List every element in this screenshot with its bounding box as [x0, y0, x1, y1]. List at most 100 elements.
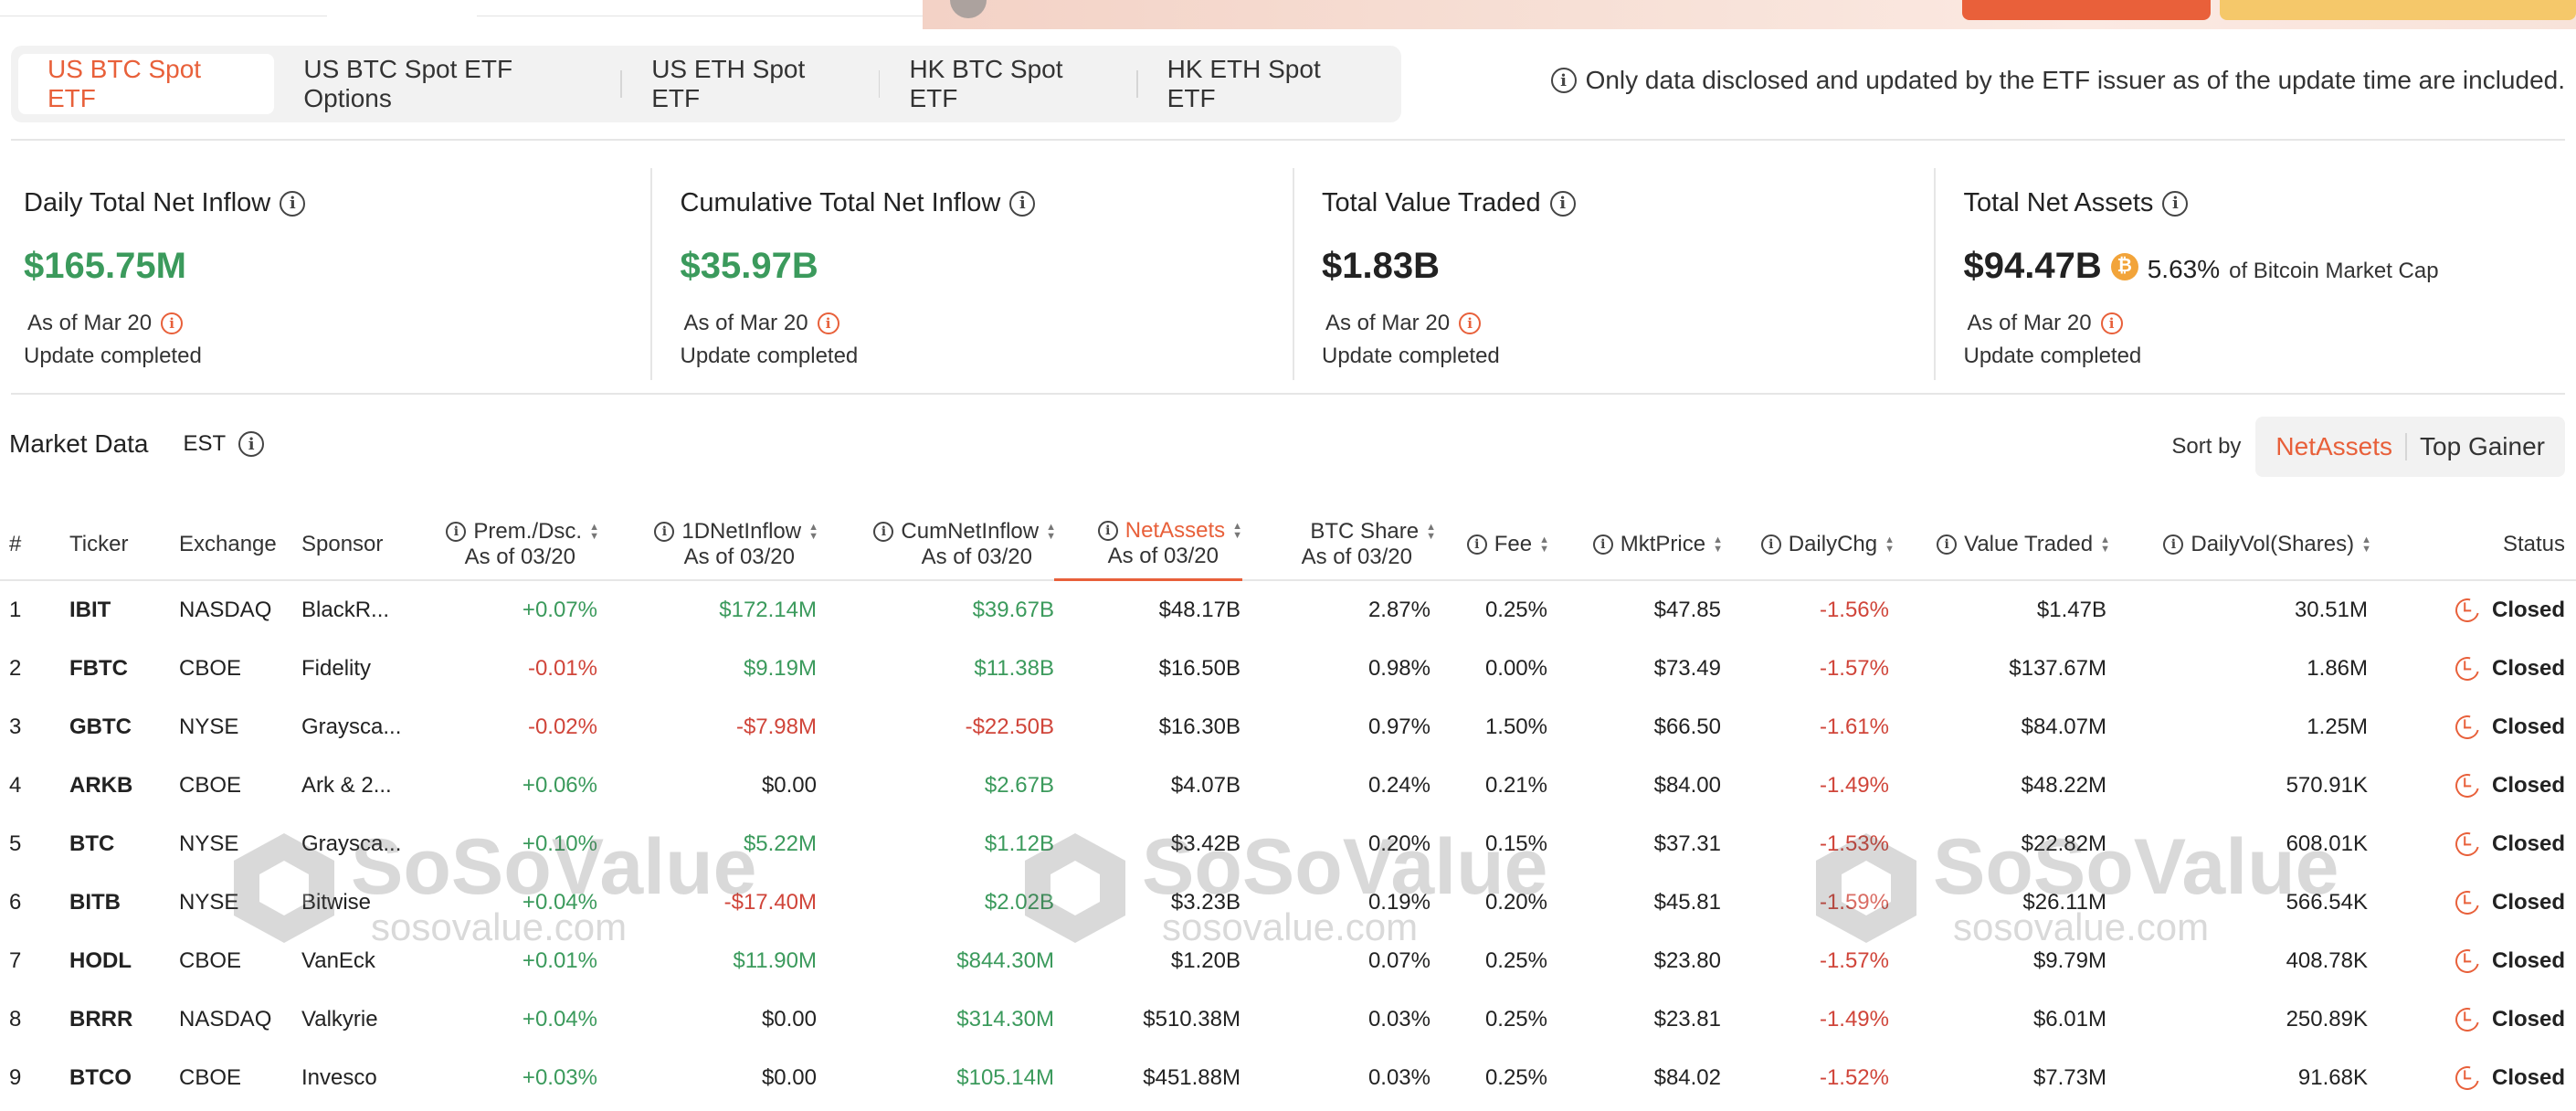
market-cap-label: of Bitcoin Market Cap — [2229, 259, 2439, 283]
table-row[interactable]: 7 HODL CBOE VanEck +0.01% $11.90M $844.30M $1.2… — [0, 932, 2576, 990]
table-row[interactable]: 1 IBIT NASDAQ BlackR... +0.07% $172.14M $39.67… — [0, 581, 2576, 640]
cell-assets: $451.88M — [1143, 1065, 1240, 1090]
cell-chg: -1.61% — [1819, 714, 1889, 739]
info-icon[interactable]: i — [654, 522, 675, 542]
col-header-net-assets[interactable]: i NetAssets ▲ ▼ As of 03/20 — [1054, 508, 1242, 581]
cell-vol: 608.01K — [2286, 831, 2368, 856]
cell-ticker[interactable]: FBTC — [69, 640, 128, 698]
cell-ticker[interactable]: HODL — [69, 932, 132, 990]
sort-arrows-icon[interactable]: ▲ ▼ — [1232, 521, 1242, 540]
card-label: Total Value Traded — [1321, 188, 1541, 217]
cell-share: 0.24% — [1367, 773, 1431, 798]
info-icon[interactable]: i — [1550, 68, 1577, 93]
etf-table-body: 1 IBIT NASDAQ BlackR... +0.07% $172.14M $39.67… — [0, 581, 2576, 1107]
cell-prem: -0.01% — [527, 656, 597, 681]
info-icon[interactable]: i — [2100, 312, 2123, 334]
col-header-btc-share[interactable]: BTC Share ▲ ▼ As of 03/20 — [1286, 508, 1436, 581]
col-header-value-traded[interactable]: i Value Traded ▲ ▼ — [1927, 508, 2110, 581]
clock-icon — [2451, 945, 2484, 978]
info-icon[interactable]: i — [238, 431, 265, 457]
table-row[interactable]: 4 ARKB CBOE Ark & 2... +0.06% $0.00 $2.67B $4.0… — [0, 757, 2576, 815]
table-row[interactable]: 6 BITB NYSE Bitwise +0.04% -$17.40M $2.02B $3.2… — [0, 873, 2576, 932]
sort-arrows-icon[interactable]: ▲ ▼ — [2100, 535, 2110, 555]
cell-inflow: $172.14M — [719, 598, 817, 622]
info-icon[interactable]: i — [161, 312, 184, 334]
cell-vol: 1.86M — [2307, 656, 2368, 681]
banner-primary-button[interactable] — [1962, 0, 2211, 20]
cell-assets: $16.30B — [1158, 714, 1240, 739]
col-header-fee[interactable]: i Fee ▲ ▼ — [1462, 508, 1549, 581]
table-row[interactable]: 2 FBTC CBOE Fidelity -0.01% $9.19M $11.38B $16.… — [0, 640, 2576, 698]
cell-price: $84.02 — [1653, 1065, 1721, 1090]
info-icon[interactable]: i — [1592, 534, 1613, 555]
cell-traded: $1.47B — [2036, 598, 2106, 622]
info-icon[interactable]: i — [446, 522, 467, 542]
info-icon[interactable]: i — [2163, 534, 2184, 555]
table-row[interactable]: 5 BTC NYSE Graysca... +0.10% $5.22M $1.12B $3.4… — [0, 815, 2576, 873]
info-icon[interactable]: i — [1459, 312, 1482, 334]
col-header-premium[interactable]: i Prem./Dsc. ▲ ▼ As of 03/20 — [429, 508, 599, 581]
cell-vol: 30.51M — [2294, 598, 2368, 622]
info-icon[interactable]: i — [1760, 534, 1781, 555]
sort-arrows-icon[interactable]: ▲ ▼ — [1426, 523, 1436, 542]
table-row[interactable]: 8 BRRR NASDAQ Valkyrie +0.04% $0.00 $314.30M $5… — [0, 990, 2576, 1049]
info-icon[interactable]: i — [1549, 190, 1576, 217]
info-icon[interactable]: i — [1466, 534, 1487, 555]
info-icon[interactable]: i — [1009, 190, 1036, 217]
col-header-daily-chg[interactable]: i DailyChg ▲ ▼ — [1745, 508, 1895, 581]
cell-vol: 570.91K — [2286, 773, 2368, 798]
cell-share: 0.98% — [1367, 656, 1431, 681]
sort-arrows-icon[interactable]: ▲ ▼ — [1713, 535, 1723, 555]
table-row[interactable]: 3 GBTC NYSE Graysca... -0.02% -$7.98M -$22.50B… — [0, 698, 2576, 757]
cell-fee: 0.21% — [1484, 773, 1547, 798]
col-header-1d-net-inflow[interactable]: i 1DNetInflow ▲ ▼ As of 03/20 — [630, 508, 818, 581]
cell-ticker[interactable]: BITB — [69, 873, 121, 932]
cell-assets: $510.38M — [1143, 1007, 1240, 1032]
sort-arrows-icon[interactable]: ▲ ▼ — [2361, 535, 2371, 555]
tab-us-eth-spot-etf[interactable]: US ETH Spot ETF — [622, 54, 878, 114]
cell-vol: 1.25M — [2307, 714, 2368, 739]
status-text: Closed — [2491, 1007, 2565, 1032]
banner-graphic-icon — [950, 0, 987, 18]
cell-ticker[interactable]: ARKB — [69, 757, 132, 815]
sort-option-top-gainer[interactable]: Top Gainer — [2407, 432, 2558, 461]
tab-us-btc-spot-etf-options[interactable]: US BTC Spot ETF Options — [274, 54, 620, 114]
cell-ticker[interactable]: BTC — [69, 815, 114, 873]
cell-cum: $105.14M — [956, 1065, 1054, 1090]
sort-option-netassets[interactable]: NetAssets — [2263, 432, 2405, 461]
status-text: Closed — [2491, 948, 2565, 973]
info-icon[interactable]: i — [873, 522, 894, 542]
market-data-header: Market Data EST i — [9, 429, 265, 459]
cell-prem: +0.04% — [522, 1007, 597, 1032]
status-text: Closed — [2491, 1065, 2565, 1090]
sort-label: Sort by — [2171, 434, 2242, 459]
col-header-cum-net-inflow[interactable]: i CumNetInflow ▲ ▼ As of 03/20 — [857, 508, 1056, 581]
table-row[interactable]: 9 BTCO CBOE Invesco +0.03% $0.00 $105.14M $451.… — [0, 1049, 2576, 1107]
info-icon[interactable]: i — [2162, 190, 2189, 217]
sort-arrows-icon[interactable]: ▲ ▼ — [1884, 535, 1895, 555]
banner-secondary-button[interactable] — [2220, 0, 2576, 20]
cell-ticker[interactable]: BRRR — [69, 990, 132, 1049]
cell-ticker[interactable]: GBTC — [69, 698, 132, 757]
cell-chg: -1.49% — [1819, 773, 1889, 798]
cell-ticker[interactable]: BTCO — [69, 1049, 132, 1107]
clock-icon — [2451, 1062, 2484, 1095]
cell-ticker[interactable]: IBIT — [69, 581, 111, 640]
sort-arrows-icon[interactable]: ▲ ▼ — [808, 523, 818, 542]
tab-hk-btc-spot-etf[interactable]: HK BTC Spot ETF — [880, 54, 1135, 114]
cell-status: Closed — [2430, 581, 2565, 640]
col-header-mkt-price[interactable]: i MktPrice ▲ ▼ — [1573, 508, 1723, 581]
info-icon[interactable]: i — [1097, 520, 1118, 541]
tab-us-btc-spot-etf[interactable]: US BTC Spot ETF — [18, 54, 275, 114]
col-header-daily-vol[interactable]: i DailyVol(Shares) ▲ ▼ — [2152, 508, 2371, 581]
cell-price: $73.49 — [1653, 656, 1721, 681]
promo-banner[interactable] — [923, 0, 2576, 29]
sort-arrows-icon[interactable]: ▲ ▼ — [589, 523, 599, 542]
info-icon[interactable]: i — [280, 190, 306, 217]
sort-arrows-icon[interactable]: ▲ ▼ — [1539, 535, 1549, 555]
info-icon[interactable]: i — [1937, 534, 1958, 555]
info-icon[interactable]: i — [817, 312, 839, 334]
card-value: $1.83B — [1321, 246, 1440, 286]
tab-hk-eth-spot-etf[interactable]: HK ETH Spot ETF — [1138, 54, 1394, 114]
cell-traded: $84.07M — [2021, 714, 2106, 739]
